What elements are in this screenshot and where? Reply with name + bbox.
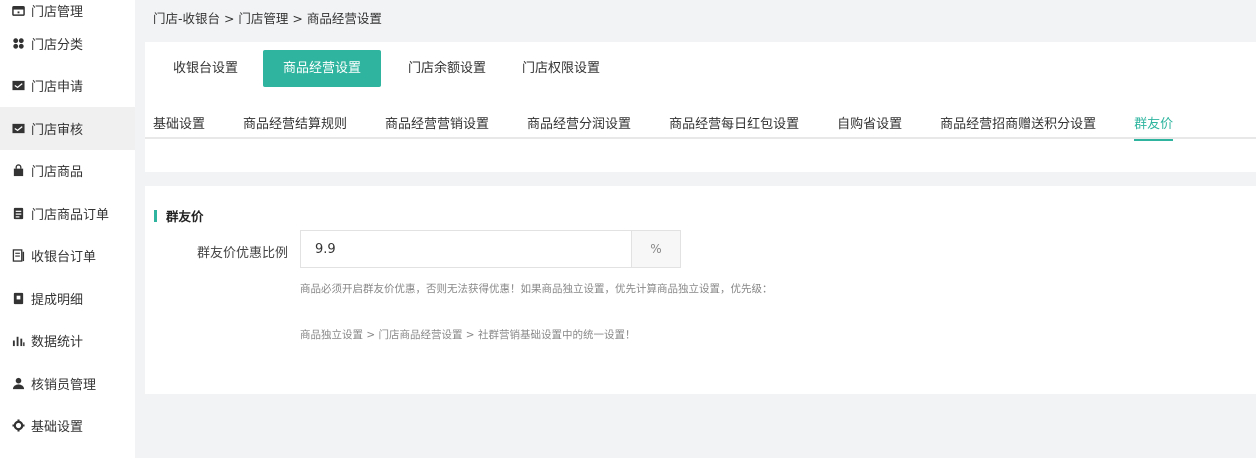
receipt-icon <box>11 249 25 263</box>
breadcrumb: 门店-收银台 > 门店管理 > 商品经营设置 <box>153 11 382 26</box>
order-icon <box>11 206 25 220</box>
help-text-line-2: 商品独立设置 > 门店商品经营设置 > 社群营销基础设置中的统一设置！ <box>300 329 636 341</box>
tab-cashier-settings[interactable]: 收银台设置 <box>160 50 251 87</box>
sidebar-item-basic-settings[interactable]: 基础设置 <box>0 405 135 448</box>
grid-icon <box>11 36 25 50</box>
sidebar-item-commission-detail[interactable]: 提成明细 <box>0 277 135 320</box>
percent-suffix: % <box>631 230 681 268</box>
subtab-daily-red-packet-settings[interactable]: 商品经营每日红包设置 <box>669 105 799 139</box>
section-title: 群友价 <box>154 206 204 225</box>
sidebar: 门店管理 门店分类 门店申请 门店审核 门店商品 门店商品订单 收银台订单 提成… <box>0 0 135 458</box>
store-icon <box>11 3 25 17</box>
sidebar-item-label: 核销员管理 <box>31 377 97 393</box>
sidebar-item-store-apply[interactable]: 门店申请 <box>0 65 135 108</box>
bar-chart-icon <box>11 334 25 348</box>
secondary-tabs: 基础设置 商品经营结算规则 商品经营营销设置 商品经营分润设置 商品经营每日红包… <box>145 105 1256 141</box>
subtab-settlement-rules[interactable]: 商品经营结算规则 <box>243 105 347 139</box>
inbox-check-icon <box>11 121 25 135</box>
tab-store-balance-settings[interactable]: 门店余额设置 <box>395 50 499 87</box>
discount-ratio-label: 群友价优惠比例 <box>197 246 289 261</box>
sidebar-item-label: 提成明细 <box>31 292 84 308</box>
sidebar-item-label: 门店分类 <box>31 37 84 53</box>
sidebar-item-label: 基础设置 <box>31 420 84 436</box>
section-title-text: 群友价 <box>166 209 204 224</box>
help-text-line-1: 商品必须开启群友价优惠，否则无法获得优惠！如果商品独立设置，优先计算商品独立设置… <box>300 283 773 295</box>
book-icon <box>11 291 25 305</box>
bag-icon <box>11 164 25 178</box>
sidebar-item-store-category[interactable]: 门店分类 <box>0 22 135 65</box>
subtab-merchant-points-settings[interactable]: 商品经营招商赠送积分设置 <box>940 105 1096 139</box>
group-price-form-card: 群友价 群友价优惠比例 % 商品必须开启群友价优惠，否则无法获得优惠！如果商品独… <box>145 186 1256 394</box>
sidebar-item-store-management[interactable]: 门店管理 <box>0 0 135 22</box>
subtab-self-purchase-settings[interactable]: 自购省设置 <box>837 105 902 139</box>
sidebar-item-label: 门店审核 <box>31 122 84 138</box>
sidebar-item-label: 收银台订单 <box>31 250 97 266</box>
sidebar-item-verifier-management[interactable]: 核销员管理 <box>0 362 135 405</box>
sidebar-item-store-goods-orders[interactable]: 门店商品订单 <box>0 192 135 235</box>
sidebar-item-label: 数据统计 <box>31 335 84 351</box>
settings-tabs-card: 收银台设置 商品经营设置 门店余额设置 门店权限设置 基础设置 商品经营结算规则… <box>145 42 1256 172</box>
section-accent-bar <box>154 209 157 222</box>
sidebar-item-store-goods[interactable]: 门店商品 <box>0 150 135 193</box>
discount-ratio-input[interactable] <box>300 230 631 268</box>
sidebar-item-label: 门店商品 <box>31 165 84 181</box>
subtab-profit-sharing-settings[interactable]: 商品经营分润设置 <box>527 105 631 139</box>
tab-store-permission-settings[interactable]: 门店权限设置 <box>509 50 613 87</box>
user-icon <box>11 376 25 390</box>
sidebar-item-label: 门店商品订单 <box>31 207 110 223</box>
tab-goods-operation-settings[interactable]: 商品经营设置 <box>263 50 382 87</box>
subtab-marketing-settings[interactable]: 商品经营营销设置 <box>385 105 489 139</box>
subtab-group-friend-price[interactable]: 群友价 <box>1134 105 1174 141</box>
discount-ratio-input-group: % <box>300 230 681 268</box>
sidebar-item-label: 门店申请 <box>31 80 84 96</box>
sidebar-item-label: 门店管理 <box>31 4 84 20</box>
inbox-icon <box>11 79 25 93</box>
sidebar-item-cashier-orders[interactable]: 收银台订单 <box>0 235 135 278</box>
gear-icon <box>11 419 25 433</box>
primary-tabs: 收银台设置 商品经营设置 门店余额设置 门店权限设置 <box>160 50 623 87</box>
sidebar-item-statistics[interactable]: 数据统计 <box>0 320 135 363</box>
sidebar-item-store-review[interactable]: 门店审核 <box>0 107 135 150</box>
subtab-basic-settings[interactable]: 基础设置 <box>153 105 205 139</box>
